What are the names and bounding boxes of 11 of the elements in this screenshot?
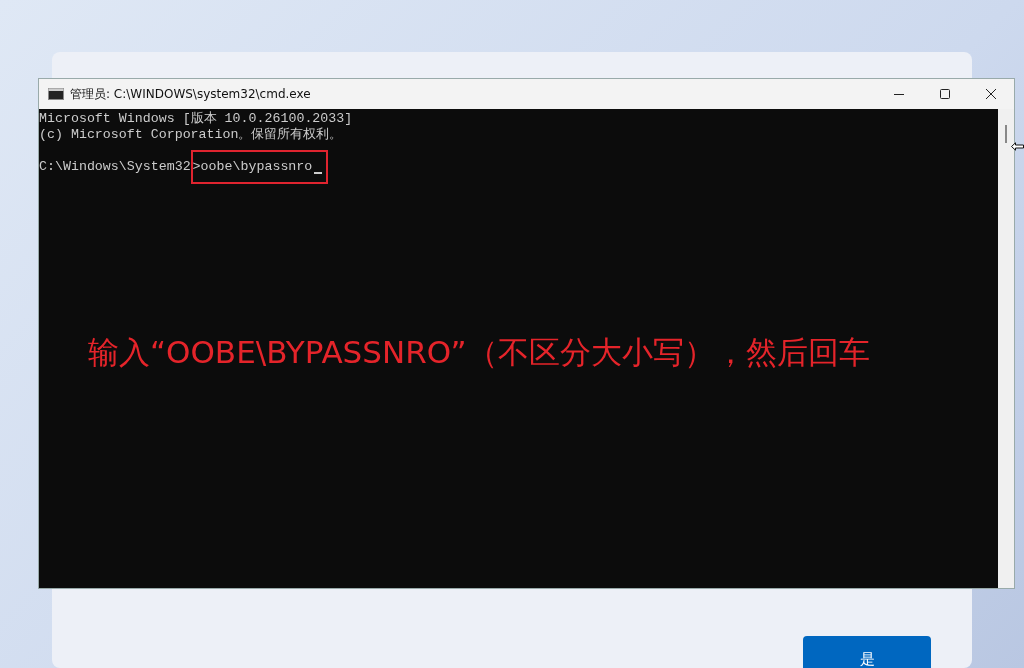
- text-cursor-icon: [314, 172, 323, 174]
- console-line: (c) Microsoft Corporation。保留所有权利。: [39, 127, 344, 143]
- yes-button[interactable]: 是: [803, 636, 931, 668]
- command-prompt: C:\Windows\System32: [39, 159, 191, 175]
- console-app-icon: [48, 88, 64, 100]
- mouse-pointer-icon: [1011, 142, 1024, 151]
- annotation-text: 输入“OOBE\BYPASSNRO”（不区分大小写），然后回车: [88, 332, 870, 372]
- console-line: Microsoft Windows [版本 10.0.26100.2033]: [39, 111, 354, 127]
- window-title: 管理员: C:\WINDOWS\system32\cmd.exe: [70, 85, 312, 103]
- scrollbar-thumb[interactable]: [1005, 125, 1007, 143]
- typed-command: >oobe\bypassnro: [190, 150, 329, 184]
